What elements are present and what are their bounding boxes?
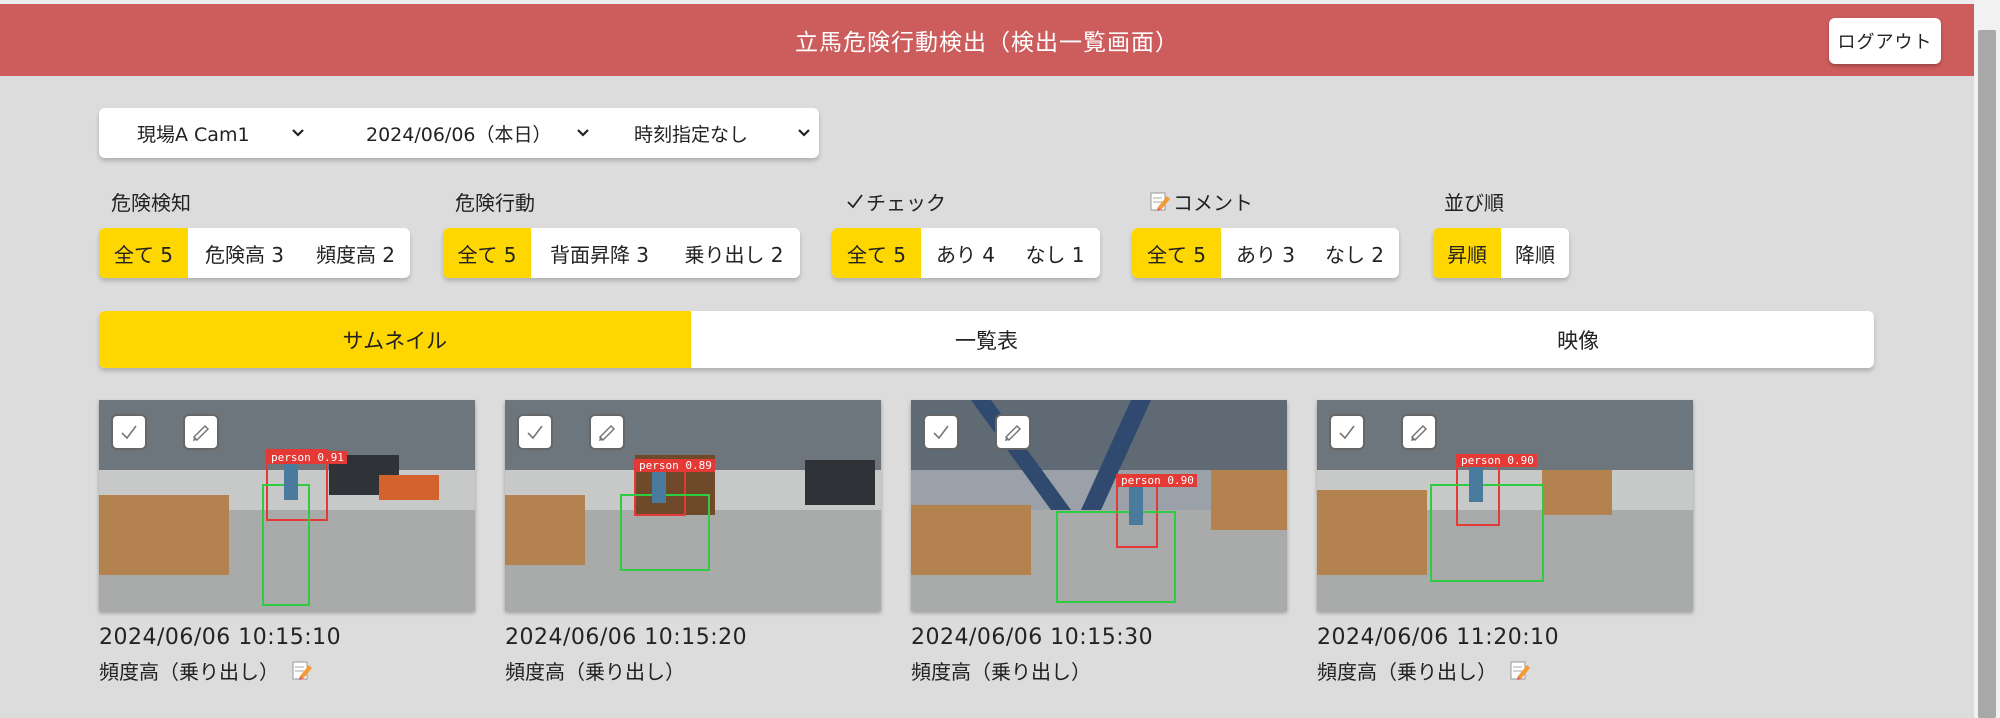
page-title: 立馬危険行動検出（検出一覧画面） (795, 30, 1179, 56)
comment-filter: 全て 5 あり 3 なし 2 (1132, 228, 1399, 278)
memo-pencil-icon (1150, 192, 1170, 211)
date-select[interactable]: 2024/06/06（本日） (316, 108, 598, 158)
sort-filter: 昇順 降順 (1433, 228, 1569, 278)
detection-card[interactable]: person 0.91 2024/06/06 10:15:10 頻度高（乗り出し… (99, 400, 475, 685)
sort-label-text: 並び順 (1444, 190, 1504, 215)
risk-detect-option-high[interactable]: 危険高 3 (188, 228, 301, 278)
comment-edit-button[interactable] (183, 414, 219, 450)
warehouse-scene-image (911, 400, 1287, 611)
detection-description: 頻度高（乗り出し） (1317, 655, 1693, 685)
risk-action-filter: 全て 5 背面昇降 3 乗り出し 2 (443, 228, 800, 278)
chevron-down-icon (292, 129, 304, 137)
warehouse-scene-image (1317, 400, 1693, 611)
vertical-scrollbar[interactable] (1974, 0, 2000, 718)
chevron-down-icon (577, 129, 589, 137)
detection-thumbnail[interactable]: person 0.89 (505, 400, 881, 611)
detection-box-label: person 0.90 (1458, 454, 1537, 467)
detection-card[interactable]: person 0.90 2024/06/06 11:20:10 頻度高（乗り出し… (1317, 400, 1693, 685)
detection-type: 頻度高（乗り出し） (911, 659, 1091, 684)
pencil-icon (598, 424, 616, 442)
risk-detect-filter: 全て 5 危険高 3 頻度高 2 (99, 228, 410, 278)
risk-action-option-back-climb[interactable]: 背面昇降 3 (531, 228, 668, 278)
comment-edit-button[interactable] (1401, 414, 1437, 450)
check-toggle-button[interactable] (517, 414, 553, 450)
risk-action-label-text: 危険行動 (455, 190, 535, 215)
check-icon (121, 425, 137, 440)
risk-action-option-lean-out[interactable]: 乗り出し 2 (668, 228, 800, 278)
detection-thumbnail[interactable]: person 0.91 (99, 400, 475, 611)
check-label: チェック (846, 188, 946, 215)
detection-description: 頻度高（乗り出し） (911, 655, 1287, 685)
sort-option-asc[interactable]: 昇順 (1433, 228, 1501, 278)
detection-type: 頻度高（乗り出し） (505, 659, 685, 684)
comment-edit-button[interactable] (589, 414, 625, 450)
view-tabs: サムネイル 一覧表 映像 (99, 311, 1874, 368)
check-toggle-button[interactable] (1329, 414, 1365, 450)
check-option-yes[interactable]: あり 4 (921, 228, 1010, 278)
risk-detect-option-all[interactable]: 全て 5 (99, 228, 188, 278)
detection-box-label: person 0.90 (1118, 474, 1197, 487)
memo-pencil-icon[interactable] (1509, 659, 1531, 681)
detection-type: 頻度高（乗り出し） (1317, 659, 1497, 684)
risk-detect-label: 危険検知 (111, 188, 191, 215)
check-option-all[interactable]: 全て 5 (832, 228, 921, 278)
detection-description: 頻度高（乗り出し） (505, 655, 881, 685)
comment-label: コメント (1149, 188, 1253, 215)
risk-action-label: 危険行動 (455, 188, 535, 215)
detection-card[interactable]: person 0.90 2024/06/06 10:15:30 頻度高（乗り出し… (911, 400, 1287, 685)
detection-thumbnail[interactable]: person 0.90 (1317, 400, 1693, 611)
risk-detect-label-text: 危険検知 (111, 190, 191, 215)
chevron-down-icon (798, 129, 810, 137)
warehouse-scene-image (505, 400, 881, 611)
filter-bar: 現場A Cam1 2024/06/06（本日） 時刻指定なし (99, 108, 819, 158)
camera-select[interactable]: 現場A Cam1 (99, 108, 316, 158)
scrollbar-thumb[interactable] (1978, 30, 1996, 718)
detection-description: 頻度高（乗り出し） (99, 655, 475, 685)
comment-label-text: コメント (1173, 190, 1253, 215)
pencil-icon (192, 424, 210, 442)
check-toggle-button[interactable] (923, 414, 959, 450)
detection-thumbnail[interactable]: person 0.90 (911, 400, 1287, 611)
detection-time: 2024/06/06 11:20:10 (1317, 625, 1560, 650)
check-option-no[interactable]: なし 1 (1010, 228, 1100, 278)
pencil-icon (1004, 424, 1022, 442)
comment-option-all[interactable]: 全て 5 (1132, 228, 1221, 278)
risk-action-option-all[interactable]: 全て 5 (443, 228, 531, 278)
check-icon (933, 425, 949, 440)
detection-time: 2024/06/06 10:15:30 (911, 625, 1154, 650)
detection-type: 頻度高（乗り出し） (99, 659, 279, 684)
comment-edit-button[interactable] (995, 414, 1031, 450)
camera-select-value: 現場A Cam1 (137, 123, 250, 146)
check-toggle-button[interactable] (111, 414, 147, 450)
sort-label: 並び順 (1444, 188, 1504, 215)
detection-card[interactable]: person 0.89 2024/06/06 10:15:20 頻度高（乗り出し… (505, 400, 881, 685)
check-icon (527, 425, 543, 440)
logout-button[interactable]: ログアウト (1829, 18, 1941, 64)
detection-box-label: person 0.89 (636, 459, 715, 472)
tab-video[interactable]: 映像 (1282, 311, 1874, 368)
time-select-value: 時刻指定なし (634, 123, 749, 146)
app-header: 立馬危険行動検出（検出一覧画面） ログアウト (0, 4, 1974, 76)
pencil-icon (1410, 424, 1428, 442)
risk-detect-option-frequent[interactable]: 頻度高 2 (301, 228, 410, 278)
warehouse-scene-image (99, 400, 475, 611)
detection-box-label: person 0.91 (268, 451, 347, 464)
check-filter: 全て 5 あり 4 なし 1 (832, 228, 1100, 278)
detection-time: 2024/06/06 10:15:20 (505, 625, 748, 650)
comment-option-no[interactable]: なし 2 (1310, 228, 1399, 278)
detection-time: 2024/06/06 10:15:10 (99, 625, 342, 650)
memo-pencil-icon[interactable] (291, 659, 313, 681)
comment-option-yes[interactable]: あり 3 (1221, 228, 1310, 278)
tab-thumbnail[interactable]: サムネイル (99, 311, 691, 368)
tab-list[interactable]: 一覧表 (691, 311, 1283, 368)
check-icon (1339, 425, 1355, 440)
check-icon (847, 194, 863, 209)
check-label-text: チェック (866, 190, 946, 215)
sort-option-desc[interactable]: 降順 (1501, 228, 1569, 278)
date-select-value: 2024/06/06（本日） (366, 123, 552, 146)
time-select[interactable]: 時刻指定なし (598, 108, 819, 158)
